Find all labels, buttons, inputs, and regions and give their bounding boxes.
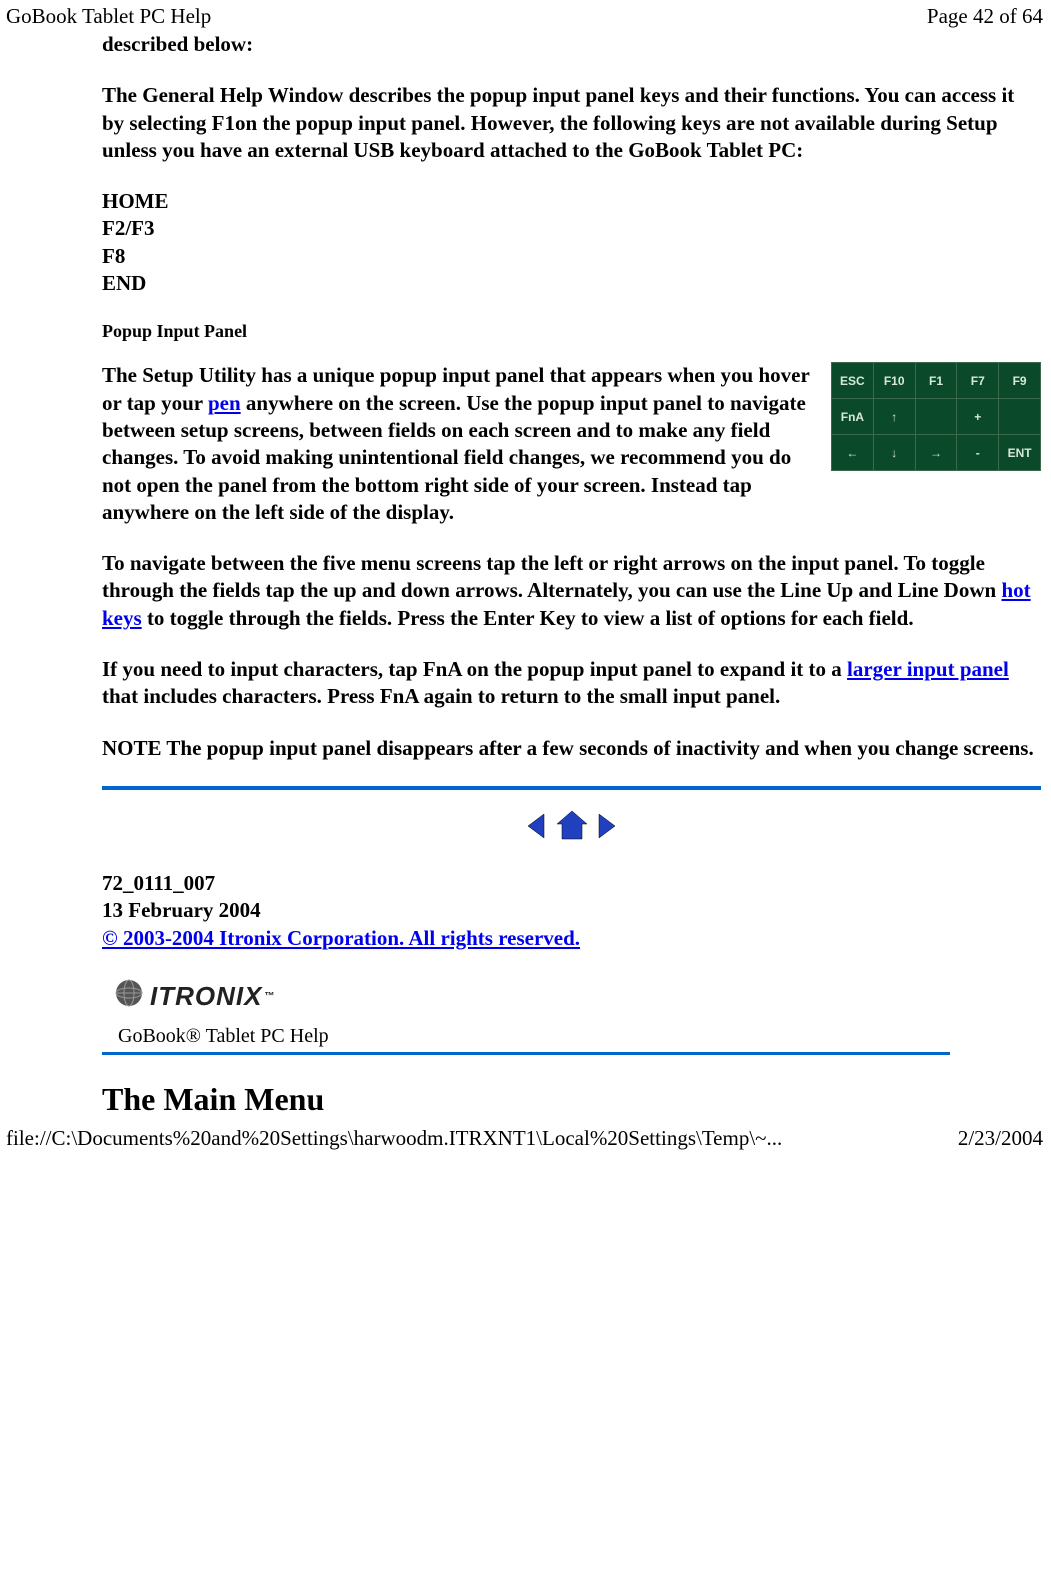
footer-file-path: file://C:\Documents%20and%20Settings\har…	[6, 1126, 782, 1151]
panel-key-f1: F1	[915, 363, 957, 399]
popup-input-panel-image: ESC F10 F1 F7 F9 FnA ↑ + ← ↓ → -	[831, 362, 1041, 471]
fna-paragraph: If you need to input characters, tap FnA…	[102, 656, 1041, 711]
trademark-symbol: ™	[264, 991, 275, 1002]
panel-key-down: ↓	[873, 435, 915, 471]
navigation-paragraph: To navigate between the five menu screen…	[102, 550, 1041, 632]
key-home: HOME	[102, 188, 1041, 215]
popup-input-panel-heading: Popup Input Panel	[102, 321, 1041, 342]
fna-text-2: that includes characters. Press FnA agai…	[102, 684, 780, 708]
nav-home-icon[interactable]	[556, 810, 588, 840]
brand-name: ITRONIX	[150, 981, 262, 1012]
panel-key-right: →	[915, 435, 957, 471]
globe-icon	[114, 978, 144, 1015]
nav-next-icon[interactable]	[597, 812, 617, 840]
panel-key-empty2	[999, 399, 1041, 435]
general-help-paragraph: The General Help Window describes the po…	[102, 82, 1041, 164]
larger-input-panel-link[interactable]: larger input panel	[847, 657, 1009, 681]
key-end: END	[102, 270, 1041, 297]
key-f2f3: F2/F3	[102, 215, 1041, 242]
brand-divider	[102, 1052, 950, 1055]
brand-product-label: GoBook® Tablet PC Help	[102, 1021, 950, 1050]
footer-date: 2/23/2004	[958, 1126, 1043, 1151]
panel-key-empty1	[915, 399, 957, 435]
panel-key-f9: F9	[999, 363, 1041, 399]
fna-text-1: If you need to input characters, tap FnA…	[102, 657, 847, 681]
panel-key-ent: ENT	[999, 435, 1041, 471]
pen-link[interactable]: pen	[208, 391, 241, 415]
panel-key-f7: F7	[957, 363, 999, 399]
panel-key-left: ←	[832, 435, 874, 471]
note-paragraph: NOTE The popup input panel disappears af…	[102, 735, 1041, 762]
document-date: 13 February 2004	[102, 897, 1041, 924]
panel-key-up: ↑	[873, 399, 915, 435]
itronix-logo: ITRONIX™	[114, 978, 275, 1015]
unavailable-keys-list: HOME F2/F3 F8 END	[102, 188, 1041, 297]
panel-key-minus: -	[957, 435, 999, 471]
panel-key-fna: FnA	[832, 399, 874, 435]
panel-key-esc: ESC	[832, 363, 874, 399]
copyright-link[interactable]: © 2003-2004 Itronix Corporation. All rig…	[102, 926, 580, 950]
navigation-icons	[102, 810, 1041, 846]
intro-tail: described below:	[102, 31, 1041, 58]
header-title: GoBook Tablet PC Help	[6, 4, 211, 29]
section-divider	[102, 786, 1041, 790]
main-menu-heading: The Main Menu	[102, 1081, 1041, 1118]
panel-key-plus: +	[957, 399, 999, 435]
header-page-number: Page 42 of 64	[927, 4, 1043, 29]
document-number: 72_0111_007	[102, 870, 1041, 897]
nav-text-2: to toggle through the fields. Press the …	[142, 606, 914, 630]
key-f8: F8	[102, 243, 1041, 270]
nav-text-1: To navigate between the five menu screen…	[102, 551, 1001, 602]
nav-prev-icon[interactable]	[526, 812, 546, 840]
panel-key-f10: F10	[873, 363, 915, 399]
